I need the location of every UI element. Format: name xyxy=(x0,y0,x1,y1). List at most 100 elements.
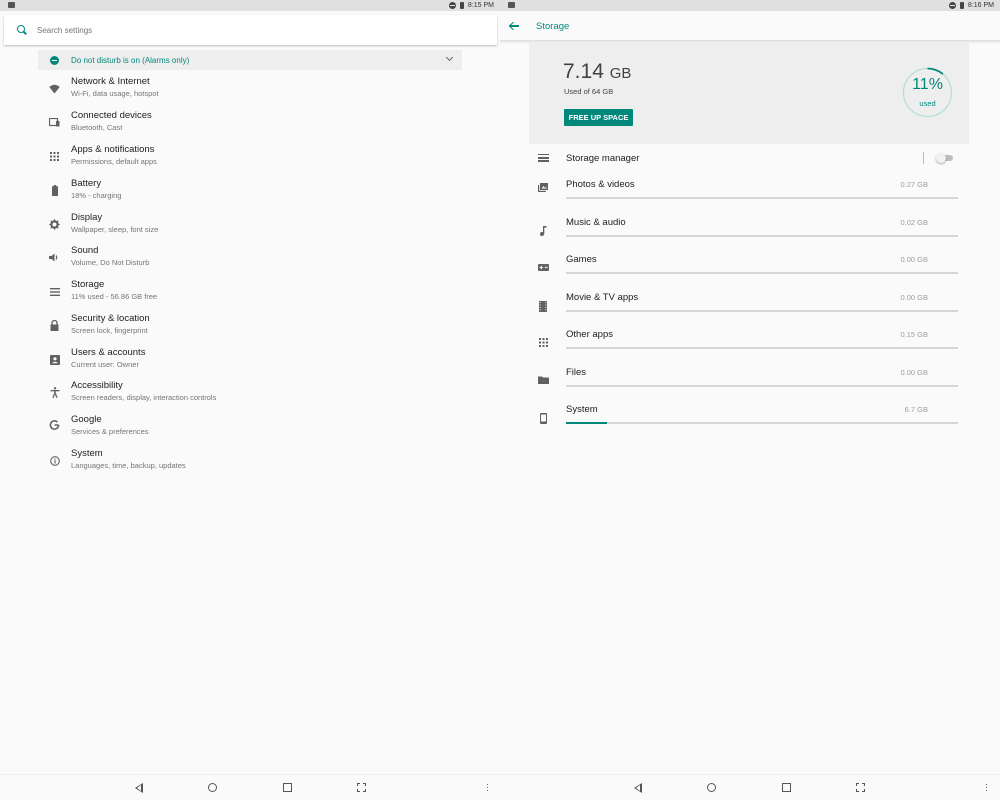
category-bar xyxy=(566,422,958,424)
status-time: 8:16 PM xyxy=(967,2,994,9)
lock-icon xyxy=(49,320,60,331)
storage-category-other-apps[interactable]: Other apps 0.15 GB xyxy=(529,322,969,358)
settings-item-title: System xyxy=(71,448,103,459)
settings-item-storage[interactable]: Storage 11% used - 56.86 GB free xyxy=(38,276,462,308)
storage-category-photos[interactable]: Photos & videos 0.27 GB xyxy=(529,172,969,208)
storage-category-files[interactable]: Files 0.00 GB xyxy=(529,360,969,396)
settings-item-accessibility[interactable]: Accessibility Screen readers, display, i… xyxy=(38,377,462,409)
settings-item-subtitle: Volume, Do Not Disturb xyxy=(71,258,150,267)
status-bar: 8:15 PM xyxy=(0,0,500,11)
settings-item-title: Google xyxy=(71,414,102,425)
category-name: Files xyxy=(566,367,587,378)
storage-manager-label: Storage manager xyxy=(566,153,640,164)
storage-category-movies[interactable]: Movie & TV apps 0.00 GB xyxy=(529,285,969,321)
category-size: 0.00 GB xyxy=(900,293,928,302)
settings-item-sound[interactable]: Sound Volume, Do Not Disturb xyxy=(38,242,462,274)
battery-status-icon xyxy=(459,2,464,9)
info-icon xyxy=(49,455,60,466)
battery-status-icon xyxy=(959,2,964,9)
notification-image-icon xyxy=(8,2,15,8)
google-icon xyxy=(49,419,60,430)
phone-icon xyxy=(538,413,548,424)
divider xyxy=(923,152,924,164)
devices-icon xyxy=(49,117,60,128)
settings-item-title: Battery xyxy=(71,178,102,189)
category-size: 0.27 GB xyxy=(900,180,928,189)
storage-category-games[interactable]: Games 0.00 GB xyxy=(529,247,969,283)
search-placeholder[interactable]: Search settings xyxy=(37,26,92,35)
home-icon[interactable] xyxy=(208,783,217,792)
dnd-banner-text: Do not disturb is on (Alarms only) xyxy=(71,55,190,65)
storage-category-music[interactable]: Music & audio 0.02 GB xyxy=(529,210,969,246)
settings-item-subtitle: Languages, time, backup, updates xyxy=(71,461,186,470)
folder-icon xyxy=(538,376,549,386)
settings-item-subtitle: Screen readers, display, interaction con… xyxy=(71,393,217,402)
settings-item-subtitle: Wi-Fi, data usage, hotspot xyxy=(71,89,159,98)
category-bar-fill xyxy=(566,422,608,424)
settings-item-connected-devices[interactable]: Connected devices Bluetooth, Cast xyxy=(38,107,462,139)
settings-item-system[interactable]: System Languages, time, backup, updates xyxy=(38,445,462,477)
settings-item-subtitle: Services & preferences xyxy=(71,427,149,436)
storage-manager-icon xyxy=(538,154,549,162)
recents-icon[interactable] xyxy=(283,783,292,792)
settings-item-subtitle: Bluetooth, Cast xyxy=(71,123,123,132)
page-title: Storage xyxy=(536,21,570,32)
chevron-down-icon[interactable] xyxy=(445,53,454,62)
dnd-banner[interactable]: Do not disturb is on (Alarms only) xyxy=(38,50,462,70)
category-bar xyxy=(566,310,958,312)
category-name: Photos & videos xyxy=(566,179,635,190)
notification-image-icon xyxy=(508,2,515,8)
category-bar xyxy=(566,385,958,387)
dnd-status-icon xyxy=(448,2,456,9)
category-bar xyxy=(566,235,958,237)
volume-icon xyxy=(49,252,60,263)
category-bar xyxy=(566,272,958,274)
settings-item-users[interactable]: Users & accounts Current user: Owner xyxy=(38,344,462,376)
used-value: 7.14 xyxy=(563,60,604,83)
category-size: 0.00 GB xyxy=(900,255,928,264)
back-arrow-icon[interactable] xyxy=(509,21,519,31)
storage-manager-row[interactable]: Storage manager xyxy=(529,146,969,170)
used-of-total: Used of 64 GB xyxy=(564,87,614,96)
storage-manager-toggle[interactable] xyxy=(936,153,953,163)
settings-item-display[interactable]: Display Wallpaper, sleep, font size xyxy=(38,209,462,241)
more-vert-icon[interactable]: · · · xyxy=(985,780,988,795)
search-bar[interactable]: Search settings xyxy=(4,15,497,45)
category-size: 0.00 GB xyxy=(900,368,928,377)
settings-item-title: Storage xyxy=(71,279,105,290)
free-up-space-button[interactable]: FREE UP SPACE xyxy=(564,109,633,126)
category-size: 0.02 GB xyxy=(900,218,928,227)
category-size: 0.15 GB xyxy=(900,330,928,339)
more-vert-icon[interactable]: · · · xyxy=(486,780,489,795)
category-name: Music & audio xyxy=(566,217,626,228)
settings-item-title: Display xyxy=(71,212,103,223)
usage-label: used xyxy=(919,99,936,108)
home-icon[interactable] xyxy=(707,783,716,792)
app-bar: Storage xyxy=(500,11,1000,41)
settings-item-security[interactable]: Security & location Screen lock, fingerp… xyxy=(38,310,462,342)
usage-percent: 11% xyxy=(912,76,943,93)
screenshot-icon[interactable] xyxy=(357,783,366,792)
back-icon[interactable] xyxy=(135,783,143,793)
brightness-icon xyxy=(49,219,60,230)
search-icon xyxy=(17,25,27,35)
category-bar xyxy=(566,347,958,349)
used-unit: GB xyxy=(609,65,632,82)
settings-item-subtitle: Current user: Owner xyxy=(71,360,139,369)
screenshot-icon[interactable] xyxy=(856,783,865,792)
navigation-bar: · · · xyxy=(500,774,1000,800)
settings-item-network[interactable]: Network & Internet Wi-Fi, data usage, ho… xyxy=(38,73,462,105)
settings-item-google[interactable]: Google Services & preferences xyxy=(38,411,462,443)
status-time: 8:15 PM xyxy=(467,2,494,9)
settings-item-apps[interactable]: Apps & notifications Permissions, defaul… xyxy=(38,141,462,173)
storage-category-system[interactable]: System 6.7 GB xyxy=(529,397,969,433)
settings-item-title: Accessibility xyxy=(71,380,123,391)
dnd-status-icon xyxy=(948,2,956,9)
category-name: System xyxy=(566,404,598,415)
wifi-icon xyxy=(49,83,60,94)
recents-icon[interactable] xyxy=(782,783,791,792)
settings-item-battery[interactable]: Battery 18% - charging xyxy=(38,175,462,207)
settings-item-subtitle: Screen lock, fingerprint xyxy=(71,326,148,335)
back-icon[interactable] xyxy=(634,783,642,793)
settings-item-title: Users & accounts xyxy=(71,347,146,358)
